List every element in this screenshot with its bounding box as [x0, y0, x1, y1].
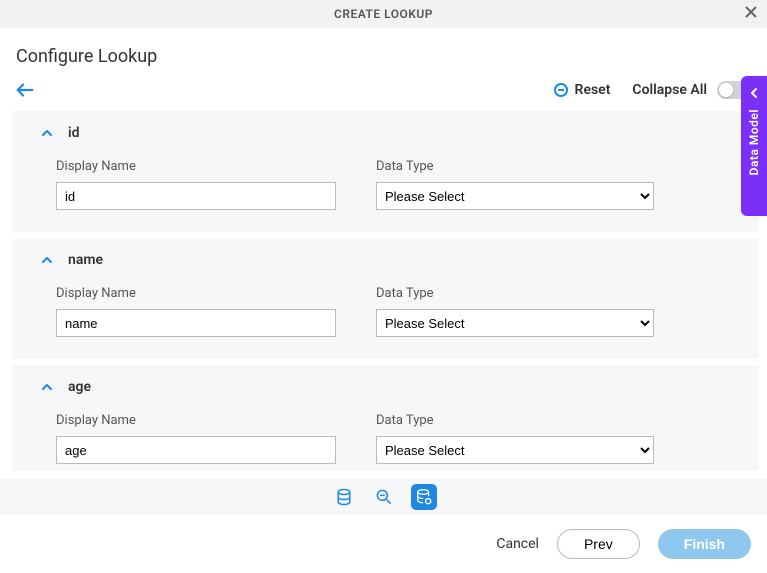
collapse-all-group: Collapse All [632, 81, 751, 99]
data-model-panel-button[interactable]: Data Model [741, 76, 767, 216]
modal-title: CREATE LOOKUP [334, 7, 433, 21]
data-type-select[interactable]: Please Select [376, 309, 654, 337]
finish-button[interactable]: Finish [658, 529, 751, 559]
field-section: id Display Name Data Type Please Select [12, 111, 759, 232]
content-area: id Display Name Data Type Please Select … [0, 111, 767, 471]
section-header[interactable]: id [40, 125, 731, 141]
database-settings-icon[interactable] [411, 484, 437, 510]
field-section: name Display Name Data Type Please Selec… [12, 238, 759, 359]
data-model-panel-label: Data Model [747, 109, 761, 175]
chevron-up-icon [40, 380, 54, 394]
data-type-label: Data Type [376, 286, 654, 301]
modal-header: CREATE LOOKUP [0, 0, 767, 28]
display-name-input[interactable] [56, 436, 336, 464]
reset-button[interactable]: Reset [553, 82, 611, 98]
footer-buttons: Cancel Prev Finish [0, 515, 767, 573]
close-icon[interactable] [743, 4, 759, 24]
chevron-up-icon [40, 126, 54, 140]
chevron-up-icon [40, 253, 54, 267]
display-name-input[interactable] [56, 182, 336, 210]
collapse-all-label: Collapse All [632, 82, 707, 98]
data-type-select[interactable]: Please Select [376, 182, 654, 210]
reset-icon [553, 82, 569, 98]
chevron-left-icon [748, 84, 760, 103]
data-type-label: Data Type [376, 413, 654, 428]
display-name-input[interactable] [56, 309, 336, 337]
page-title: Configure Lookup [0, 28, 767, 79]
section-title: id [68, 125, 80, 141]
footer-step-icons [0, 479, 767, 515]
prev-button[interactable]: Prev [557, 529, 640, 559]
toolbar: Reset Collapse All [0, 79, 767, 111]
display-name-label: Display Name [56, 413, 336, 428]
display-name-label: Display Name [56, 286, 336, 301]
database-icon[interactable] [331, 484, 357, 510]
field-section: age Display Name Data Type Please Select [12, 365, 759, 471]
data-type-label: Data Type [376, 159, 654, 174]
zoom-out-icon[interactable] [371, 484, 397, 510]
section-title: age [68, 379, 91, 395]
section-header[interactable]: name [40, 252, 731, 268]
data-type-select[interactable]: Please Select [376, 436, 654, 464]
reset-label: Reset [575, 82, 611, 98]
section-title: name [68, 252, 103, 268]
section-header[interactable]: age [40, 379, 731, 395]
back-arrow-icon[interactable] [14, 79, 36, 101]
cancel-button[interactable]: Cancel [496, 536, 539, 552]
display-name-label: Display Name [56, 159, 336, 174]
